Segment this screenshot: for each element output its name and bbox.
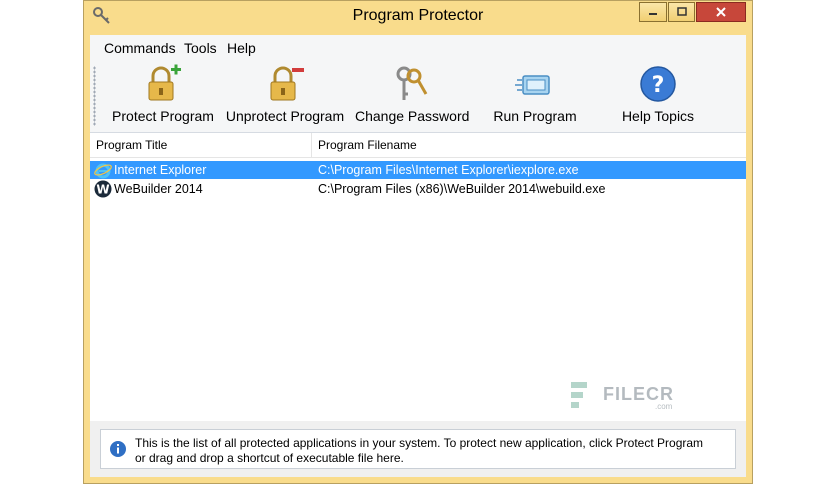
toolbar-grip[interactable] (93, 66, 96, 126)
protect-program-button[interactable]: Protect Program (108, 64, 218, 124)
menu-tools[interactable]: Tools (184, 40, 217, 56)
menu-bar: Commands Tools Help (90, 35, 746, 61)
column-program-filename[interactable]: Program Filename (318, 138, 417, 152)
svg-text:W: W (96, 183, 109, 197)
maximize-icon (676, 7, 687, 16)
help-question-icon: ? (640, 66, 676, 102)
close-icon (716, 7, 726, 17)
info-text-line1: This is the list of all protected applic… (135, 436, 704, 450)
protect-program-label: Protect Program (112, 108, 214, 124)
internet-explorer-icon (94, 163, 112, 179)
minimize-icon (649, 13, 657, 15)
column-program-title[interactable]: Program Title (96, 138, 167, 152)
change-password-button[interactable]: Change Password (355, 64, 470, 124)
svg-text:?: ? (652, 73, 665, 98)
info-text-line2: or drag and drop a shortcut of executabl… (135, 451, 404, 465)
table-row[interactable]: Internet Explorer C:\Program Files\Inter… (90, 161, 746, 179)
unprotect-program-label: Unprotect Program (225, 108, 345, 124)
status-bar: This is the list of all protected applic… (90, 421, 746, 477)
help-topics-button[interactable]: ? Help Topics (608, 64, 708, 124)
menu-commands[interactable]: Commands (104, 40, 176, 56)
program-filename: C:\Program Files\Internet Explorer\iexpl… (318, 163, 579, 177)
column-divider[interactable] (311, 133, 312, 157)
program-filename: C:\Program Files (x86)\WeBuilder 2014\we… (318, 182, 606, 196)
help-topics-label: Help Topics (621, 108, 695, 124)
watermark-sub: .com (655, 402, 673, 411)
watermark: FILECR .com (567, 378, 677, 412)
program-title: WeBuilder 2014 (114, 182, 203, 196)
watermark-logo-icon (571, 382, 587, 408)
change-password-label: Change Password (355, 108, 470, 124)
title-bar[interactable]: Program Protector (84, 1, 752, 33)
run-program-label: Run Program (493, 108, 577, 124)
info-panel: This is the list of all protected applic… (100, 429, 736, 469)
minimize-button[interactable] (639, 2, 667, 22)
webuilder-icon: W (94, 180, 112, 198)
toolbar: Protect Program Unprotect Program Change… (90, 60, 746, 133)
unprotect-program-button[interactable]: Unprotect Program (225, 64, 345, 124)
run-program-button[interactable]: Run Program (485, 64, 585, 124)
list-header: Program Title Program Filename (90, 133, 746, 158)
info-text: This is the list of all protected applic… (135, 436, 725, 466)
program-title: Internet Explorer (114, 163, 207, 177)
keys-icon (396, 66, 428, 100)
table-row[interactable]: W WeBuilder 2014 C:\Program Files (x86)\… (90, 180, 746, 198)
lock-plus-icon (148, 64, 181, 101)
lock-minus-icon (270, 66, 304, 101)
info-icon (110, 441, 126, 457)
menu-help[interactable]: Help (227, 40, 256, 56)
maximize-button[interactable] (668, 2, 695, 22)
run-window-icon (515, 75, 550, 95)
close-button[interactable] (696, 2, 746, 22)
